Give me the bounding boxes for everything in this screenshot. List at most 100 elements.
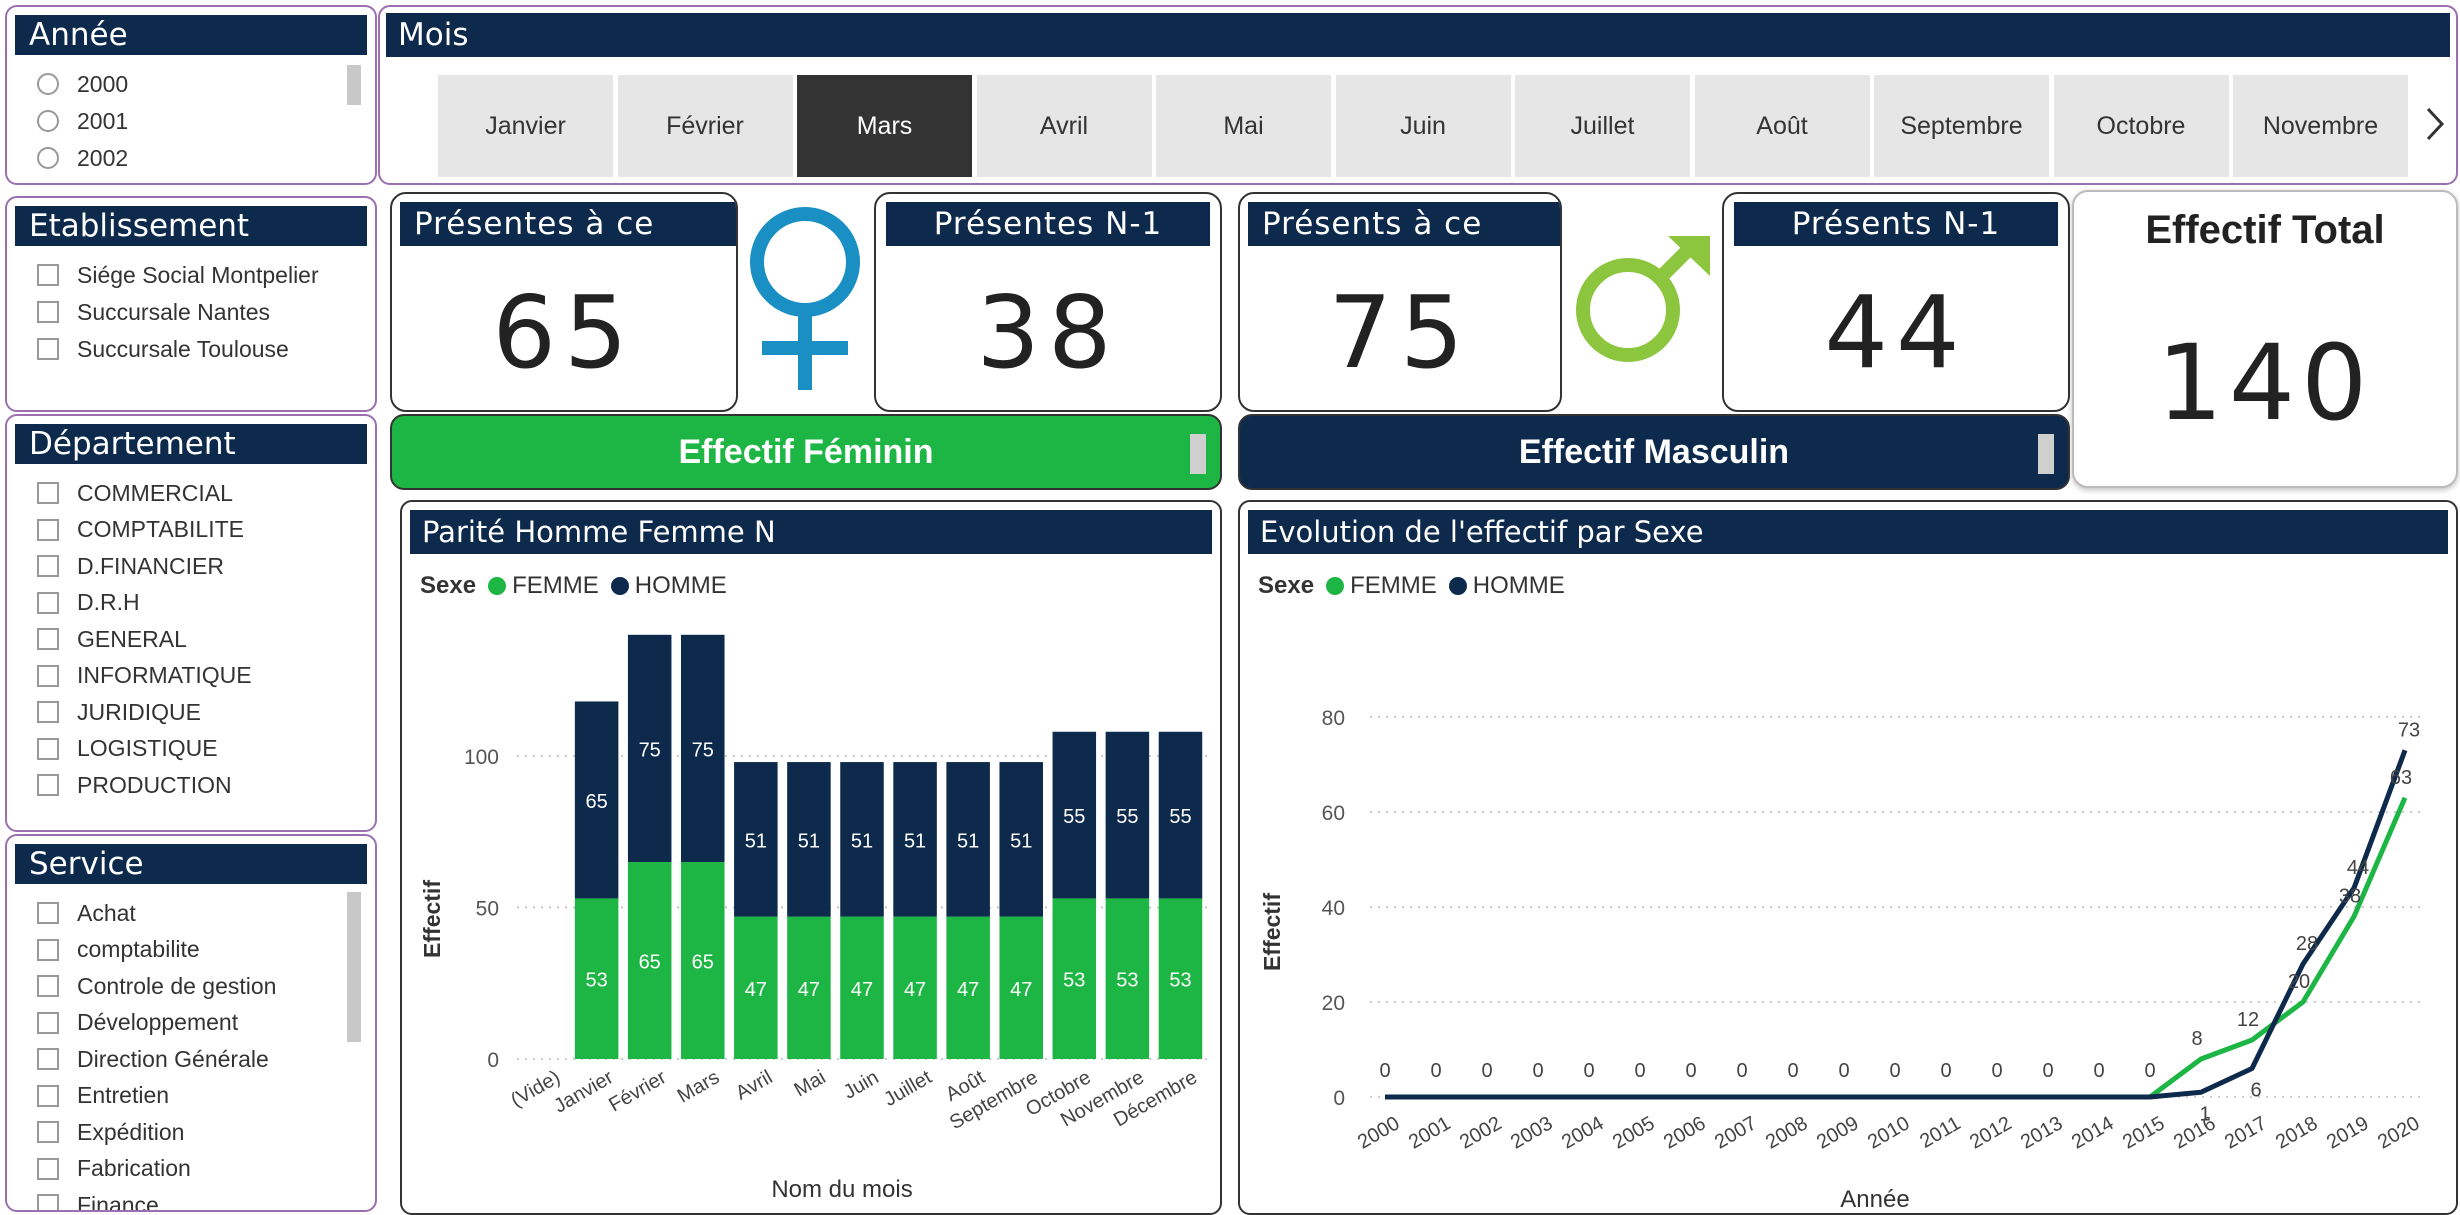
checkbox[interactable]	[37, 482, 59, 504]
x-tick-label: Juin	[840, 1066, 883, 1103]
parite-bar-chart: 050100Effectif(Vide)5365Janvier6575Févri…	[419, 634, 1207, 1203]
bar-label-femme: 47	[904, 979, 926, 1001]
departement-item[interactable]: COMPTABILITE	[37, 513, 244, 547]
checkbox[interactable]	[37, 1121, 59, 1143]
month-button[interactable]: Juillet	[1515, 75, 1690, 177]
radio-button[interactable]	[37, 73, 59, 95]
service-item[interactable]: comptabilite	[37, 933, 200, 967]
checkbox[interactable]	[37, 938, 59, 961]
bar-label-homme: 51	[798, 830, 820, 852]
bar-label-homme: 75	[692, 739, 714, 761]
legend-homme-label[interactable]: HOMME	[635, 572, 727, 600]
checkbox[interactable]	[37, 628, 59, 650]
month-button[interactable]: Octobre	[2053, 75, 2229, 177]
checkbox[interactable]	[37, 338, 59, 360]
checkbox[interactable]	[37, 264, 59, 286]
annee-scrollbar[interactable]	[347, 65, 361, 105]
x-tick-label: 2004	[1558, 1112, 1608, 1153]
card-value: 65	[492, 273, 636, 391]
checkbox[interactable]	[37, 591, 59, 614]
card-presentes-n1: Présentes N-1 38	[874, 192, 1222, 412]
evolution-legend: Sexe FEMME HOMME	[1258, 572, 1565, 600]
legend-homme-label[interactable]: HOMME	[1473, 572, 1565, 600]
etablissement-item[interactable]: Succursale Nantes	[37, 295, 270, 329]
checkbox[interactable]	[37, 774, 59, 796]
departement-item[interactable]: INFORMATIQUE	[37, 659, 252, 693]
chevron-right-icon[interactable]	[2420, 99, 2450, 149]
departement-item[interactable]: JURIDIQUE	[37, 695, 201, 729]
service-item-label: Controle de gestion	[77, 972, 277, 999]
x-tick-label: 2008	[1762, 1112, 1812, 1153]
annee-item[interactable]: 2001	[37, 104, 128, 138]
checkbox[interactable]	[37, 301, 59, 323]
x-tick-label: Juillet	[880, 1066, 936, 1111]
service-item[interactable]: Controle de gestion	[37, 969, 276, 1003]
annee-item[interactable]: 2000	[37, 67, 128, 101]
checkbox[interactable]	[37, 1011, 59, 1034]
data-label-femme: 12	[2237, 1009, 2259, 1031]
card-presentes-jour: Présentes à ce jour 65	[390, 192, 738, 412]
service-item[interactable]: Développement	[37, 1006, 238, 1040]
effectif-feminin-button[interactable]: Effectif Féminin	[390, 414, 1222, 490]
bar-label-homme: 65	[585, 791, 607, 813]
departement-item[interactable]: LOGISTIQUE	[37, 732, 218, 766]
data-label: 0	[1379, 1060, 1390, 1082]
month-button[interactable]: Mai	[1156, 75, 1331, 177]
checkbox[interactable]	[37, 1048, 59, 1070]
legend-femme-label[interactable]: FEMME	[512, 572, 599, 600]
month-button[interactable]: Avril	[976, 75, 1152, 177]
x-tick-label: 2011	[1916, 1112, 1964, 1153]
service-item[interactable]: Expédition	[37, 1115, 184, 1149]
departement-item-label: GENERAL	[77, 625, 187, 652]
month-button[interactable]: Novembre	[2233, 75, 2408, 177]
radio-button[interactable]	[37, 110, 59, 132]
effectif-masculin-button[interactable]: Effectif Masculin	[1238, 414, 2070, 490]
service-item[interactable]: Finance	[37, 1188, 159, 1210]
month-button[interactable]: Juin	[1335, 75, 1511, 177]
service-item-label: Achat	[77, 899, 136, 926]
checkbox[interactable]	[37, 737, 59, 760]
checkbox[interactable]	[37, 1194, 59, 1210]
departement-item[interactable]: D.FINANCIER	[37, 549, 224, 583]
checkbox[interactable]	[37, 975, 59, 997]
departement-item[interactable]: D.R.H	[37, 586, 140, 620]
checkbox[interactable]	[37, 1157, 59, 1180]
service-item[interactable]: Entretien	[37, 1079, 169, 1113]
female-symbol-icon	[740, 200, 870, 400]
x-axis-label: Année	[1840, 1186, 1909, 1212]
month-button[interactable]: Février	[617, 75, 793, 177]
bar-label-femme: 47	[798, 979, 820, 1001]
annee-item[interactable]: 2002	[37, 141, 128, 175]
etablissement-item[interactable]: Siége Social Montpelier	[37, 258, 319, 292]
checkbox[interactable]	[37, 664, 59, 687]
month-button[interactable]: Mars	[797, 75, 972, 177]
service-item[interactable]: Fabrication	[37, 1152, 191, 1186]
departement-item[interactable]: PRODUCTION	[37, 768, 232, 802]
month-button[interactable]: Août	[1694, 75, 1870, 177]
service-item[interactable]: Direction Générale	[37, 1042, 269, 1076]
service-scrollbar[interactable]	[347, 892, 361, 1042]
legend-title: Sexe	[420, 572, 477, 599]
checkbox[interactable]	[37, 518, 59, 541]
checkbox[interactable]	[37, 1084, 59, 1107]
x-tick-label: 2003	[1507, 1112, 1557, 1153]
card-presents-n1: Présents N-1 44	[1722, 192, 2070, 412]
service-slicer-title: Service	[15, 844, 367, 884]
month-button[interactable]: Janvier	[438, 75, 613, 177]
checkbox[interactable]	[37, 902, 59, 924]
etablissement-item[interactable]: Succursale Toulouse	[37, 332, 289, 366]
x-tick-label: 2014	[2068, 1112, 2118, 1153]
service-item[interactable]: Achat	[37, 896, 136, 930]
bar-label-homme: 51	[1010, 830, 1032, 852]
radio-button[interactable]	[37, 147, 59, 169]
legend-femme-label[interactable]: FEMME	[1350, 572, 1437, 600]
checkbox[interactable]	[37, 701, 59, 723]
month-button[interactable]: Septembre	[1874, 75, 2049, 177]
departement-item[interactable]: GENERAL	[37, 622, 187, 656]
checkbox[interactable]	[37, 555, 59, 577]
departement-item[interactable]: COMMERCIAL	[37, 476, 233, 510]
service-item-label: Expédition	[77, 1118, 185, 1145]
etablissement-slicer-title: Etablissement	[15, 206, 367, 246]
departement-item-label: LOGISTIQUE	[77, 735, 218, 761]
button-scroll-indicator	[2038, 434, 2054, 474]
